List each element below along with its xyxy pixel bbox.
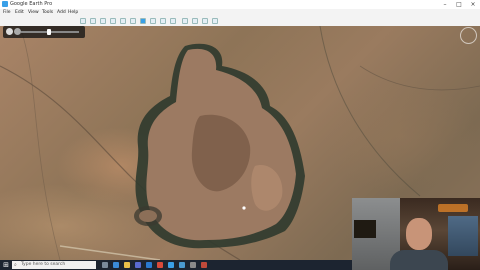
drainage-line	[319, 26, 421, 197]
menu-view[interactable]: View	[28, 9, 39, 17]
menu-add[interactable]: Add	[57, 9, 66, 17]
menu-help[interactable]: Help	[68, 9, 78, 17]
road	[59, 245, 161, 260]
drainage-line	[359, 65, 480, 91]
polygon-icon[interactable]	[100, 18, 106, 24]
window-title: Google Earth Pro	[10, 1, 53, 7]
small-crater-floor	[139, 210, 157, 222]
placemark-icon[interactable]	[90, 18, 96, 24]
menu-tools[interactable]: Tools	[42, 9, 53, 17]
email-icon[interactable]	[182, 18, 188, 24]
taskbar-search-placeholder: Type here to search	[21, 262, 66, 267]
compass-icon[interactable]	[460, 27, 477, 44]
mail-icon[interactable]	[146, 262, 152, 268]
maximize-icon[interactable]: □	[452, 0, 466, 9]
task-view-icon[interactable]	[102, 262, 108, 268]
presenter-head	[406, 218, 432, 250]
file-explorer-icon[interactable]	[124, 262, 130, 268]
windows-start-icon[interactable]: ⊞	[2, 261, 10, 269]
overlay-icon[interactable]	[120, 18, 126, 24]
photos-icon[interactable]	[179, 262, 185, 268]
sun-icon[interactable]	[150, 18, 156, 24]
presenter-body	[390, 250, 448, 270]
webcam-background-sign	[354, 220, 376, 238]
close-icon[interactable]: ×	[466, 0, 480, 9]
webcam-background-light	[438, 204, 468, 212]
store-icon[interactable]	[135, 262, 141, 268]
path-icon[interactable]	[110, 18, 116, 24]
save-image-icon[interactable]	[202, 18, 208, 24]
search-icon: ⌕	[14, 262, 17, 268]
minimize-icon[interactable]: –	[438, 0, 452, 9]
drainage-line	[19, 26, 61, 260]
camera-icon[interactable]	[201, 262, 207, 268]
taskbar-search-box[interactable]: ⌕ Type here to search	[12, 261, 96, 269]
google-earth-icon[interactable]	[168, 262, 174, 268]
sidebar-icon[interactable]	[80, 18, 86, 24]
look-around-icon[interactable]	[6, 28, 13, 35]
settings-icon[interactable]	[190, 262, 196, 268]
move-icon[interactable]	[14, 28, 21, 35]
ruler-icon[interactable]	[170, 18, 176, 24]
edge-icon[interactable]	[113, 262, 119, 268]
google-earth-icon	[2, 1, 8, 7]
menu-file[interactable]: File	[3, 9, 11, 17]
menu-bar: File Edit View Tools Add Help	[0, 9, 480, 17]
webcam-overlay	[352, 198, 480, 270]
planets-icon[interactable]	[160, 18, 166, 24]
maps-icon[interactable]	[212, 18, 218, 24]
cursor-icon	[242, 206, 246, 210]
menu-edit[interactable]: Edit	[15, 9, 24, 17]
zoom-slider-knob[interactable]	[47, 29, 51, 35]
navigation-controls[interactable]	[3, 26, 85, 38]
print-icon[interactable]	[192, 18, 198, 24]
webcam-background-shelf	[448, 216, 478, 256]
chrome-icon[interactable]	[157, 262, 163, 268]
tour-icon[interactable]	[130, 18, 136, 24]
history-icon[interactable]	[140, 18, 146, 24]
